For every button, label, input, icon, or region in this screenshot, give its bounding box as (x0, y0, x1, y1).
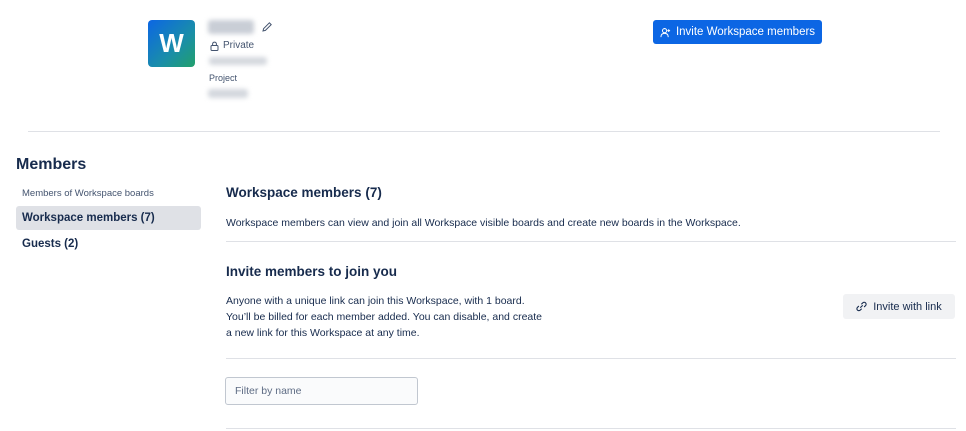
sidebar-item-guests[interactable]: Guests (2) (16, 232, 201, 256)
section-divider (226, 428, 956, 429)
invite-description-line: Anyone with a unique link can join this … (226, 295, 525, 307)
workspace-header: W Private Project Invite Workspace membe… (0, 0, 966, 132)
add-person-icon (660, 27, 671, 37)
invite-description-line: You’ll be billed for each member added. … (226, 311, 542, 323)
invite-with-link-label: Invite with link (873, 300, 942, 313)
workspace-logo-letter: W (159, 28, 184, 58)
page-description: Workspace members can view and join all … (226, 217, 741, 229)
workspace-type-label: Project (209, 73, 238, 83)
visibility-indicator: Private (210, 40, 254, 51)
section-divider (226, 358, 956, 359)
filter-by-name-input[interactable] (225, 377, 418, 405)
sidebar-item-label: Workspace members (7) (22, 212, 155, 224)
sidebar-title: Members (16, 156, 87, 173)
link-icon (856, 301, 867, 312)
page-title: Workspace members (7) (226, 185, 382, 200)
pencil-icon[interactable] (261, 21, 273, 33)
section-divider (226, 241, 956, 242)
sidebar-item-workspace-members[interactable]: Workspace members (7) (16, 206, 201, 230)
header-divider (28, 131, 940, 132)
invite-workspace-members-button[interactable]: Invite Workspace members (653, 20, 822, 44)
workspace-description-redacted (209, 57, 267, 65)
invite-section-title: Invite members to join you (226, 264, 398, 279)
workspace-name-redacted (208, 20, 254, 34)
invite-workspace-members-label: Invite Workspace members (675, 26, 816, 38)
invite-with-link-button[interactable]: Invite with link (843, 294, 955, 319)
workspace-logo: W (148, 20, 195, 67)
invite-description-line: a new link for this Workspace at any tim… (226, 327, 420, 339)
lock-icon (210, 41, 219, 51)
workspace-website-redacted (208, 89, 248, 98)
visibility-label: Private (223, 40, 255, 51)
sidebar-subheading: Members of Workspace boards (22, 188, 154, 199)
sidebar-item-label: Guests (2) (22, 238, 79, 250)
